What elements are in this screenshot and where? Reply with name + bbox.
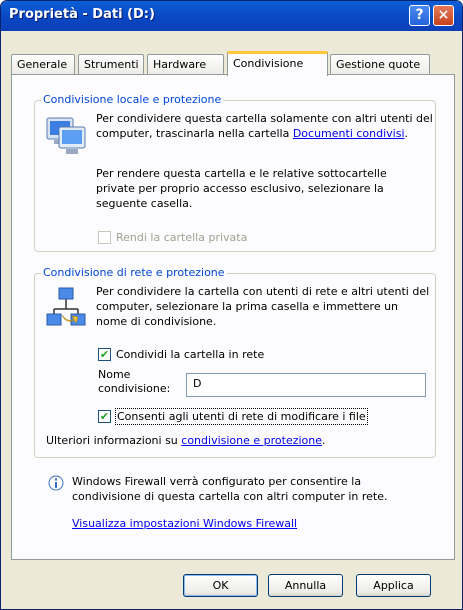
local-sharing-legend: Condivisione locale e protezione — [41, 93, 224, 106]
share-name-label-line1: Nome — [98, 368, 131, 381]
sharing-security-link[interactable]: condivisione e protezione — [181, 434, 322, 447]
private-description: Per rendere questa cartella e le relativ… — [96, 167, 387, 210]
share-folder-label: Condividi la cartella in rete — [116, 348, 265, 361]
private-folder-checkbox[interactable] — [98, 231, 111, 244]
network-share-icon — [46, 287, 86, 326]
firewall-settings-link[interactable]: Visualizza impostazioni Windows Firewall — [72, 516, 297, 531]
title-bar[interactable]: Proprietà - Dati (D:) ? × — [1, 1, 462, 31]
properties-dialog: Proprietà - Dati (D:) ? × Generale Strum… — [0, 0, 463, 610]
tab-panel: Condivisione locale e protezione Per con… — [11, 74, 455, 560]
tab-condivisione[interactable]: Condivisione — [227, 51, 328, 76]
window-title: Proprietà - Dati (D:) — [9, 7, 155, 22]
network-sharing-legend: Condivisione di rete e protezione — [41, 266, 227, 279]
tab-hardware[interactable]: Hardware — [147, 54, 224, 75]
tab-generale[interactable]: Generale — [11, 54, 75, 75]
more-info-text: Ulteriori informazioni su condivisione e… — [46, 434, 326, 447]
allow-modify-checkbox[interactable]: ✔ — [98, 410, 111, 423]
share-name-input[interactable]: D — [186, 373, 426, 397]
allow-modify-label: Consenti agli utenti di rete di modifica… — [115, 408, 368, 425]
tab-strip: Generale Strumenti Hardware Condivisione… — [11, 51, 456, 76]
local-sharing-description: Per condividere questa cartella solament… — [96, 112, 433, 140]
cancel-button[interactable]: Annulla — [268, 574, 343, 597]
info-icon — [48, 475, 64, 491]
close-button[interactable]: × — [433, 5, 454, 26]
ok-button[interactable]: OK — [183, 574, 258, 597]
network-sharing-description: Per condividere la cartella con utenti d… — [96, 285, 430, 328]
share-name-label-line2: condivisione: — [98, 382, 171, 395]
tab-strumenti[interactable]: Strumenti — [78, 54, 144, 75]
firewall-description: Windows Firewall verrà configurato per c… — [72, 475, 388, 503]
help-button[interactable]: ? — [409, 5, 430, 26]
tab-gestione-quote[interactable]: Gestione quote — [330, 54, 430, 75]
shared-computers-icon — [46, 117, 86, 154]
shared-documents-link[interactable]: Documenti condivisi — [293, 127, 405, 140]
apply-button[interactable]: Applica — [356, 574, 431, 597]
private-folder-label: Rendi la cartella privata — [116, 231, 248, 244]
share-folder-checkbox[interactable]: ✔ — [98, 348, 111, 361]
